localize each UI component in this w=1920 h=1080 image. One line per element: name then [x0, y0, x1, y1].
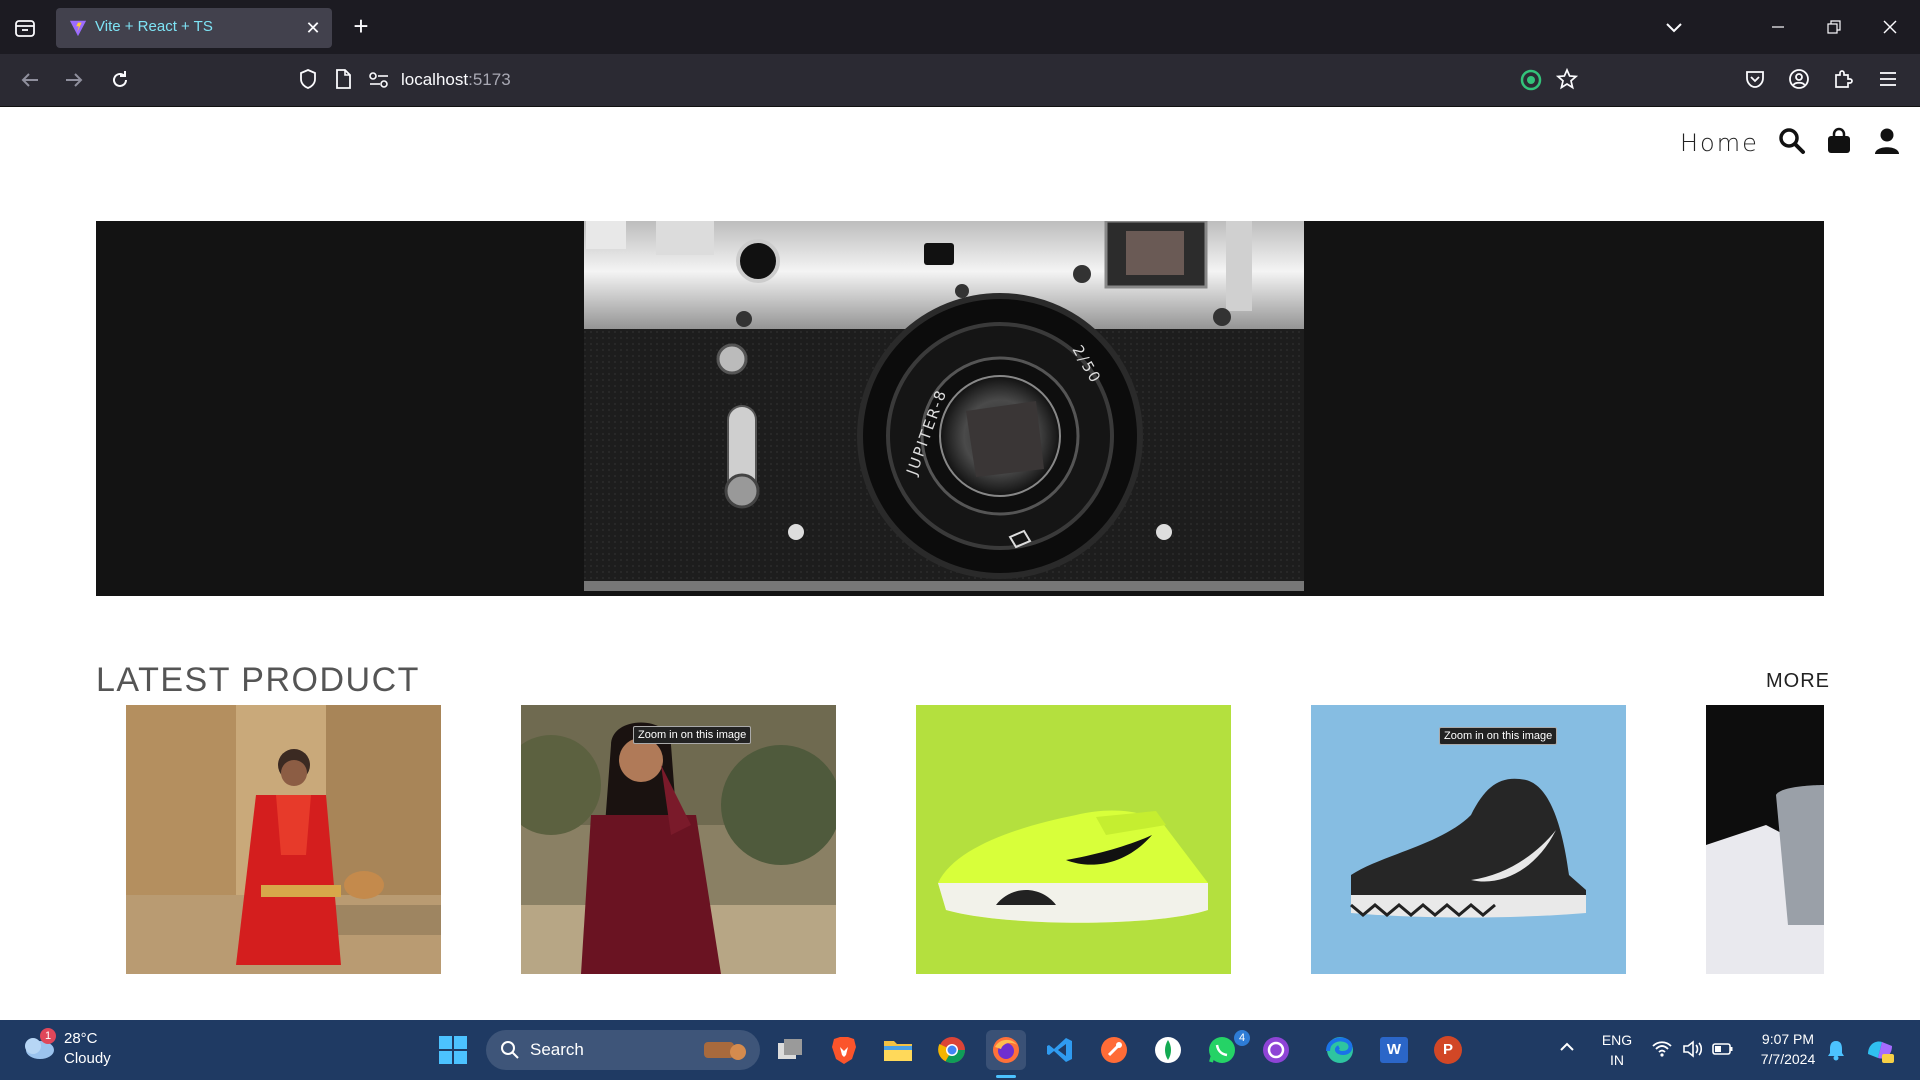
section-title: LATEST PRODUCT: [96, 661, 420, 699]
word-letter: W: [1380, 1037, 1408, 1063]
menu-hamburger-icon[interactable]: [1878, 70, 1898, 92]
camera-image: JUPITER-8 2/50: [96, 221, 1824, 596]
tab-list-icon[interactable]: [8, 12, 42, 44]
notification-bell-icon[interactable]: [1826, 1039, 1846, 1065]
language-bottom[interactable]: IN: [1600, 1052, 1634, 1068]
weather-temperature: 28°C: [64, 1030, 98, 1047]
windows-start-icon[interactable]: [433, 1030, 473, 1070]
user-icon[interactable]: [1874, 127, 1904, 157]
clock-date[interactable]: 7/7/2024: [1748, 1051, 1828, 1067]
close-window-icon[interactable]: [1870, 10, 1910, 44]
reload-icon[interactable]: [104, 64, 136, 96]
github-desktop-icon[interactable]: [1256, 1030, 1296, 1070]
nav-home-link[interactable]: Home: [1680, 129, 1759, 157]
weather-badge: 1: [40, 1028, 56, 1044]
browser-toolbar: localhost:5173: [0, 54, 1920, 107]
battery-icon[interactable]: [1712, 1041, 1734, 1061]
volume-icon[interactable]: [1682, 1040, 1704, 1062]
task-view-icon[interactable]: [770, 1030, 810, 1070]
weather-condition: Cloudy: [64, 1050, 111, 1067]
browser-tab-bar: Vite + React + TS ✕ +: [0, 0, 1920, 54]
url-port: :5173: [468, 70, 511, 89]
web-page: Home JUPITER-8 2/50 LATEST PRODUCT MORE …: [0, 107, 1920, 1020]
forward-icon[interactable]: [58, 64, 90, 96]
search-label: Search: [530, 1040, 584, 1059]
page-info-icon[interactable]: [334, 68, 352, 94]
zoom-tooltip: Zoom in on this image: [1439, 727, 1558, 745]
bookmark-star-icon[interactable]: [1555, 67, 1579, 94]
tab-vite-react[interactable]: Vite + React + TS ✕: [56, 8, 332, 48]
postman-icon[interactable]: [1094, 1030, 1134, 1070]
product-card[interactable]: [1706, 705, 1824, 974]
search-icon[interactable]: [1778, 127, 1808, 157]
language-top[interactable]: ENG: [1600, 1032, 1634, 1048]
file-explorer-icon[interactable]: [878, 1030, 918, 1070]
product-image: [916, 705, 1231, 974]
url-bar[interactable]: localhost:5173: [401, 70, 511, 90]
extensions-puzzle-icon[interactable]: [1832, 68, 1854, 94]
search-icon: [501, 1041, 519, 1059]
vscode-icon[interactable]: [1040, 1030, 1080, 1070]
product-image: [1311, 705, 1626, 974]
hero-banner: JUPITER-8 2/50: [96, 221, 1824, 596]
tracking-protection-shield-icon[interactable]: [298, 68, 318, 94]
list-all-tabs-icon[interactable]: [1660, 14, 1688, 42]
product-image: [126, 705, 441, 974]
mongodb-compass-icon[interactable]: [1148, 1030, 1188, 1070]
windows-taskbar: 1 28°C Cloudy Search 4 W P ENG IN 9:07 P…: [0, 1020, 1920, 1080]
active-app-indicator: [996, 1075, 1016, 1078]
tab-title: Vite + React + TS: [95, 18, 213, 35]
chrome-icon[interactable]: [932, 1030, 972, 1070]
shopping-bag-icon[interactable]: [1826, 127, 1856, 157]
url-host: localhost: [401, 70, 469, 89]
new-tab-button[interactable]: +: [346, 12, 376, 42]
permissions-icon[interactable]: [368, 71, 390, 93]
product-image: [521, 705, 836, 974]
minimize-icon[interactable]: [1758, 10, 1798, 44]
firefox-icon[interactable]: [986, 1030, 1026, 1070]
pocket-icon[interactable]: [1744, 69, 1766, 93]
ppt-letter: P: [1434, 1036, 1462, 1064]
whatsapp-badge: 4: [1234, 1030, 1250, 1046]
account-icon[interactable]: [1788, 68, 1810, 94]
brave-browser-icon[interactable]: [824, 1030, 864, 1070]
product-card[interactable]: Zoom in on this image: [521, 705, 836, 974]
zoom-tooltip: Zoom in on this image: [633, 726, 752, 744]
vite-logo-icon: [69, 20, 87, 37]
powerpoint-icon[interactable]: P: [1428, 1030, 1468, 1070]
product-card[interactable]: [916, 705, 1231, 974]
product-card[interactable]: [126, 705, 441, 974]
copilot-icon[interactable]: [1864, 1034, 1896, 1070]
word-icon[interactable]: W: [1374, 1030, 1414, 1070]
back-icon[interactable]: [14, 64, 46, 96]
clock-time[interactable]: 9:07 PM: [1748, 1031, 1828, 1047]
edge-icon[interactable]: [1320, 1030, 1360, 1070]
extension-green-icon[interactable]: [1520, 69, 1542, 95]
taskbar-search-box[interactable]: Search: [486, 1030, 760, 1070]
product-image: [1706, 705, 1824, 974]
close-tab-icon[interactable]: ✕: [302, 17, 324, 39]
product-card[interactable]: Zoom in on this image: [1311, 705, 1626, 974]
more-link[interactable]: MORE: [1766, 670, 1830, 693]
restore-icon[interactable]: [1814, 10, 1854, 44]
search-highlight-icon: [704, 1042, 746, 1060]
wifi-icon[interactable]: [1652, 1040, 1672, 1062]
show-hidden-icons-chevron-icon[interactable]: [1558, 1038, 1576, 1060]
